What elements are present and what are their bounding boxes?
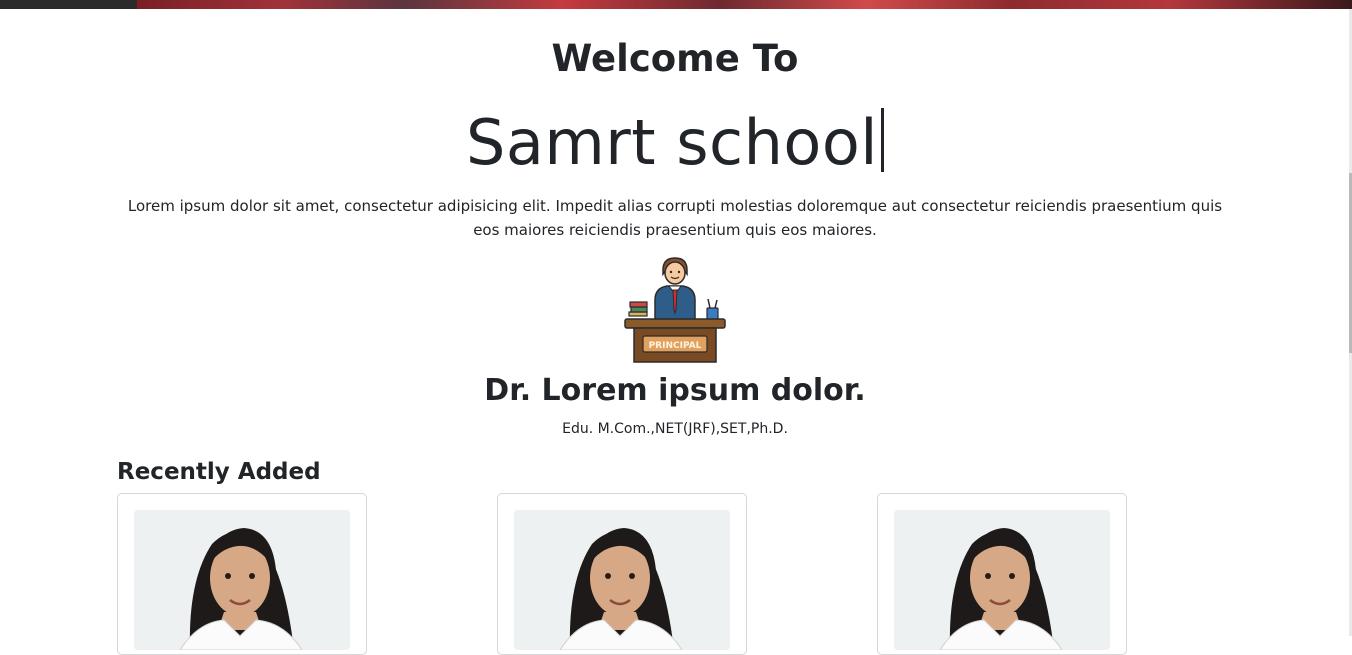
student-photo — [894, 510, 1110, 650]
principal-education: Edu. M.Com.,NET(JRF),SET,Ph.D. — [562, 421, 788, 437]
school-name-heading: Samrt school — [0, 103, 1350, 183]
school-name-text: Samrt school — [465, 106, 879, 179]
recent-card[interactable] — [117, 493, 367, 655]
hero-banner-dark — [0, 0, 137, 9]
hero-banner — [0, 0, 1352, 9]
typing-cursor — [881, 108, 885, 172]
recently-added-heading: Recently Added — [117, 459, 321, 485]
recent-card[interactable] — [877, 493, 1127, 655]
desk-label: PRINCIPAL — [649, 341, 702, 351]
student-photo — [134, 510, 350, 650]
welcome-heading: Welcome To — [551, 37, 799, 80]
student-photo — [514, 510, 730, 650]
hero-banner-image — [137, 0, 1352, 9]
principal-at-desk-icon: PRINCIPAL — [623, 256, 727, 364]
recent-card[interactable] — [497, 493, 747, 655]
principal-name: Dr. Lorem ipsum dolor. — [484, 373, 866, 408]
intro-paragraph: Lorem ipsum dolor sit amet, consectetur … — [127, 197, 1223, 239]
